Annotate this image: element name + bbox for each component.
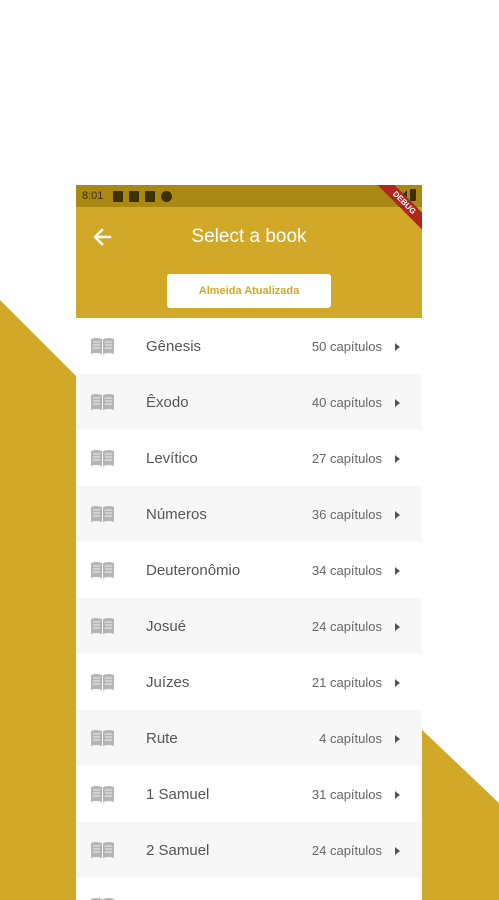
chapter-count: 31 capítulos	[311, 786, 382, 802]
phone-screen: 8:01 DEBUG Select a book Almeida Atualiz…	[76, 185, 422, 900]
book-row[interactable]: 1 Samuel 31 capítulos	[76, 766, 422, 822]
book-row[interactable]: Levítico 27 capítulos	[76, 430, 422, 486]
book-row[interactable]: Rute 4 capítulos	[76, 710, 422, 766]
book-row[interactable]: Deuteronômio 34 capítulos	[76, 542, 422, 598]
notification-icon	[161, 190, 173, 202]
battery-icon	[410, 189, 416, 201]
book-list: Gênesis 50 capítulos Êxodo 40 capítulos Leví…	[76, 318, 422, 900]
book-icon	[91, 394, 114, 410]
bible-version-button[interactable]: Almeida Atualizada	[167, 274, 331, 308]
page-title: Select a book	[191, 226, 307, 247]
book-icon	[91, 674, 114, 690]
chapter-count: 36 capítulos	[311, 506, 382, 522]
chevron-right-icon	[395, 847, 400, 855]
book-name: Levítico	[146, 449, 198, 467]
background-shape-right	[420, 728, 499, 900]
chevron-right-icon	[395, 343, 400, 351]
book-icon	[91, 618, 114, 634]
book-name: 1 Samuel	[146, 785, 210, 803]
chevron-right-icon	[395, 511, 400, 519]
book-name: 2 Samuel	[146, 841, 210, 859]
book-name: Deuteronômio	[146, 561, 241, 579]
chapter-count: 24 capítulos	[311, 842, 382, 858]
book-name: Juízes	[146, 673, 190, 691]
chevron-right-icon	[395, 623, 400, 631]
book-row[interactable]: Êxodo 40 capítulos	[76, 374, 422, 430]
book-icon	[91, 730, 114, 746]
book-name: Josué	[146, 617, 187, 635]
book-row[interactable]: 2 Samuel 24 capítulos	[76, 822, 422, 878]
book-icon	[91, 506, 114, 522]
chevron-right-icon	[395, 455, 400, 463]
book-row[interactable]: Juízes 21 capítulos	[76, 654, 422, 710]
book-row[interactable]: Números 36 capítulos	[76, 486, 422, 542]
chapter-count: 34 capítulos	[311, 562, 382, 578]
status-time: 8:01	[82, 190, 104, 202]
book-name: Números	[146, 505, 207, 523]
notification-icon	[145, 190, 156, 202]
chapter-count: 24 capítulos	[311, 618, 382, 634]
chapter-count: 21 capítulos	[311, 674, 382, 690]
status-bar: 8:01	[76, 185, 422, 207]
book-row[interactable]: Josué 24 capítulos	[76, 598, 422, 654]
chevron-right-icon	[395, 679, 400, 687]
book-icon	[91, 450, 114, 466]
chevron-right-icon	[395, 735, 400, 743]
book-icon	[91, 562, 114, 578]
chapter-count: 4 capítulos	[319, 730, 382, 746]
book-icon	[91, 786, 114, 802]
chapter-count: 27 capítulos	[311, 450, 382, 466]
chevron-right-icon	[395, 567, 400, 575]
notification-icon	[129, 190, 140, 202]
book-name: Rute	[146, 729, 178, 747]
book-row[interactable]: Gênesis 50 capítulos	[76, 318, 422, 374]
background-shape-left	[0, 300, 80, 900]
book-name: Êxodo	[146, 393, 189, 411]
book-icon	[91, 842, 114, 858]
chapter-count: 40 capítulos	[311, 394, 382, 410]
notification-icon	[113, 190, 124, 202]
book-row[interactable]	[76, 878, 422, 900]
chevron-right-icon	[395, 399, 400, 407]
app-bar: Select a book Almeida Atualizada	[76, 207, 422, 318]
chapter-count: 50 capítulos	[311, 338, 382, 354]
book-name: Gênesis	[146, 337, 202, 355]
chevron-right-icon	[395, 791, 400, 799]
book-icon	[91, 338, 114, 354]
